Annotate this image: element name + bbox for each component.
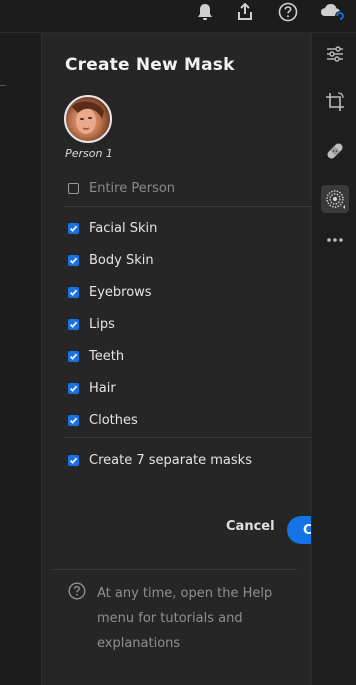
more-tools-button[interactable] — [321, 226, 349, 254]
option-hair[interactable]: Hair — [68, 378, 116, 398]
teeth-checkbox[interactable] — [68, 350, 79, 362]
checkmark-icon — [69, 225, 78, 232]
checkmark-icon — [69, 257, 78, 264]
canvas-edge-marker — [0, 85, 6, 86]
lips-label: Lips — [89, 316, 115, 332]
person-1-avatar[interactable] — [64, 95, 112, 143]
checkmark-icon — [69, 417, 78, 424]
checkmark-icon — [69, 385, 78, 392]
eyebrows-checkbox[interactable] — [68, 286, 79, 298]
person-1-label: Person 1 — [65, 147, 113, 160]
healing-tool[interactable] — [321, 137, 349, 165]
more-icon — [327, 238, 343, 242]
entire-person-option[interactable]: Entire Person — [68, 178, 175, 198]
separate-masks-label: Create 7 separate masks — [89, 452, 252, 468]
eyebrows-label: Eyebrows — [89, 284, 152, 300]
bell-icon[interactable] — [193, 0, 217, 24]
body-skin-label: Body Skin — [89, 252, 154, 268]
option-lips[interactable]: Lips — [68, 314, 115, 334]
crop-icon — [326, 92, 344, 111]
clothes-checkbox[interactable] — [68, 414, 79, 426]
teeth-label: Teeth — [89, 348, 125, 364]
option-eyebrows[interactable]: Eyebrows — [68, 282, 152, 302]
lips-checkbox[interactable] — [68, 318, 79, 330]
divider-bottom — [65, 437, 312, 438]
cloud-sync-icon[interactable] — [318, 0, 348, 24]
share-icon[interactable] — [233, 0, 257, 24]
hair-checkbox[interactable] — [68, 382, 79, 394]
option-body-skin[interactable]: Body Skin — [68, 250, 154, 270]
facial-skin-checkbox[interactable] — [68, 222, 79, 234]
cancel-button[interactable]: Cancel — [226, 519, 275, 534]
hair-label: Hair — [89, 380, 116, 396]
help-divider — [52, 569, 297, 570]
healing-bandage-icon — [327, 143, 343, 159]
masking-tool[interactable] — [321, 185, 349, 213]
option-clothes[interactable]: Clothes — [68, 410, 138, 430]
body-skin-checkbox[interactable] — [68, 254, 79, 266]
option-separate-masks[interactable]: Create 7 separate masks — [68, 450, 252, 470]
checkmark-icon — [69, 321, 78, 328]
masking-icon — [326, 190, 345, 209]
crop-tool[interactable] — [321, 88, 349, 116]
facial-skin-label: Facial Skin — [89, 220, 158, 236]
right-toolbar — [311, 33, 356, 685]
help-icon[interactable] — [276, 0, 300, 24]
help-text: At any time, open the Help menu for tuto… — [97, 586, 273, 651]
clothes-label: Clothes — [89, 412, 138, 428]
checkmark-icon — [69, 353, 78, 360]
top-bar — [0, 0, 356, 33]
entire-person-checkbox[interactable] — [68, 182, 79, 194]
entire-person-label: Entire Person — [89, 180, 176, 196]
face-thumbnail-icon — [72, 101, 104, 134]
edit-sliders-tool[interactable] — [321, 40, 349, 68]
checkmark-icon — [69, 289, 78, 296]
create-mask-panel: Create New Mask Person 1 Entire Person F… — [41, 33, 327, 685]
sliders-icon — [327, 46, 343, 62]
option-teeth[interactable]: Teeth — [68, 346, 124, 366]
panel-title: Create New Mask — [65, 55, 235, 75]
divider-top — [65, 206, 312, 207]
option-facial-skin[interactable]: Facial Skin — [68, 218, 157, 238]
checkmark-icon — [69, 457, 78, 464]
separate-masks-checkbox[interactable] — [68, 454, 79, 466]
help-tip-icon — [68, 582, 86, 600]
canvas-area — [0, 33, 41, 685]
